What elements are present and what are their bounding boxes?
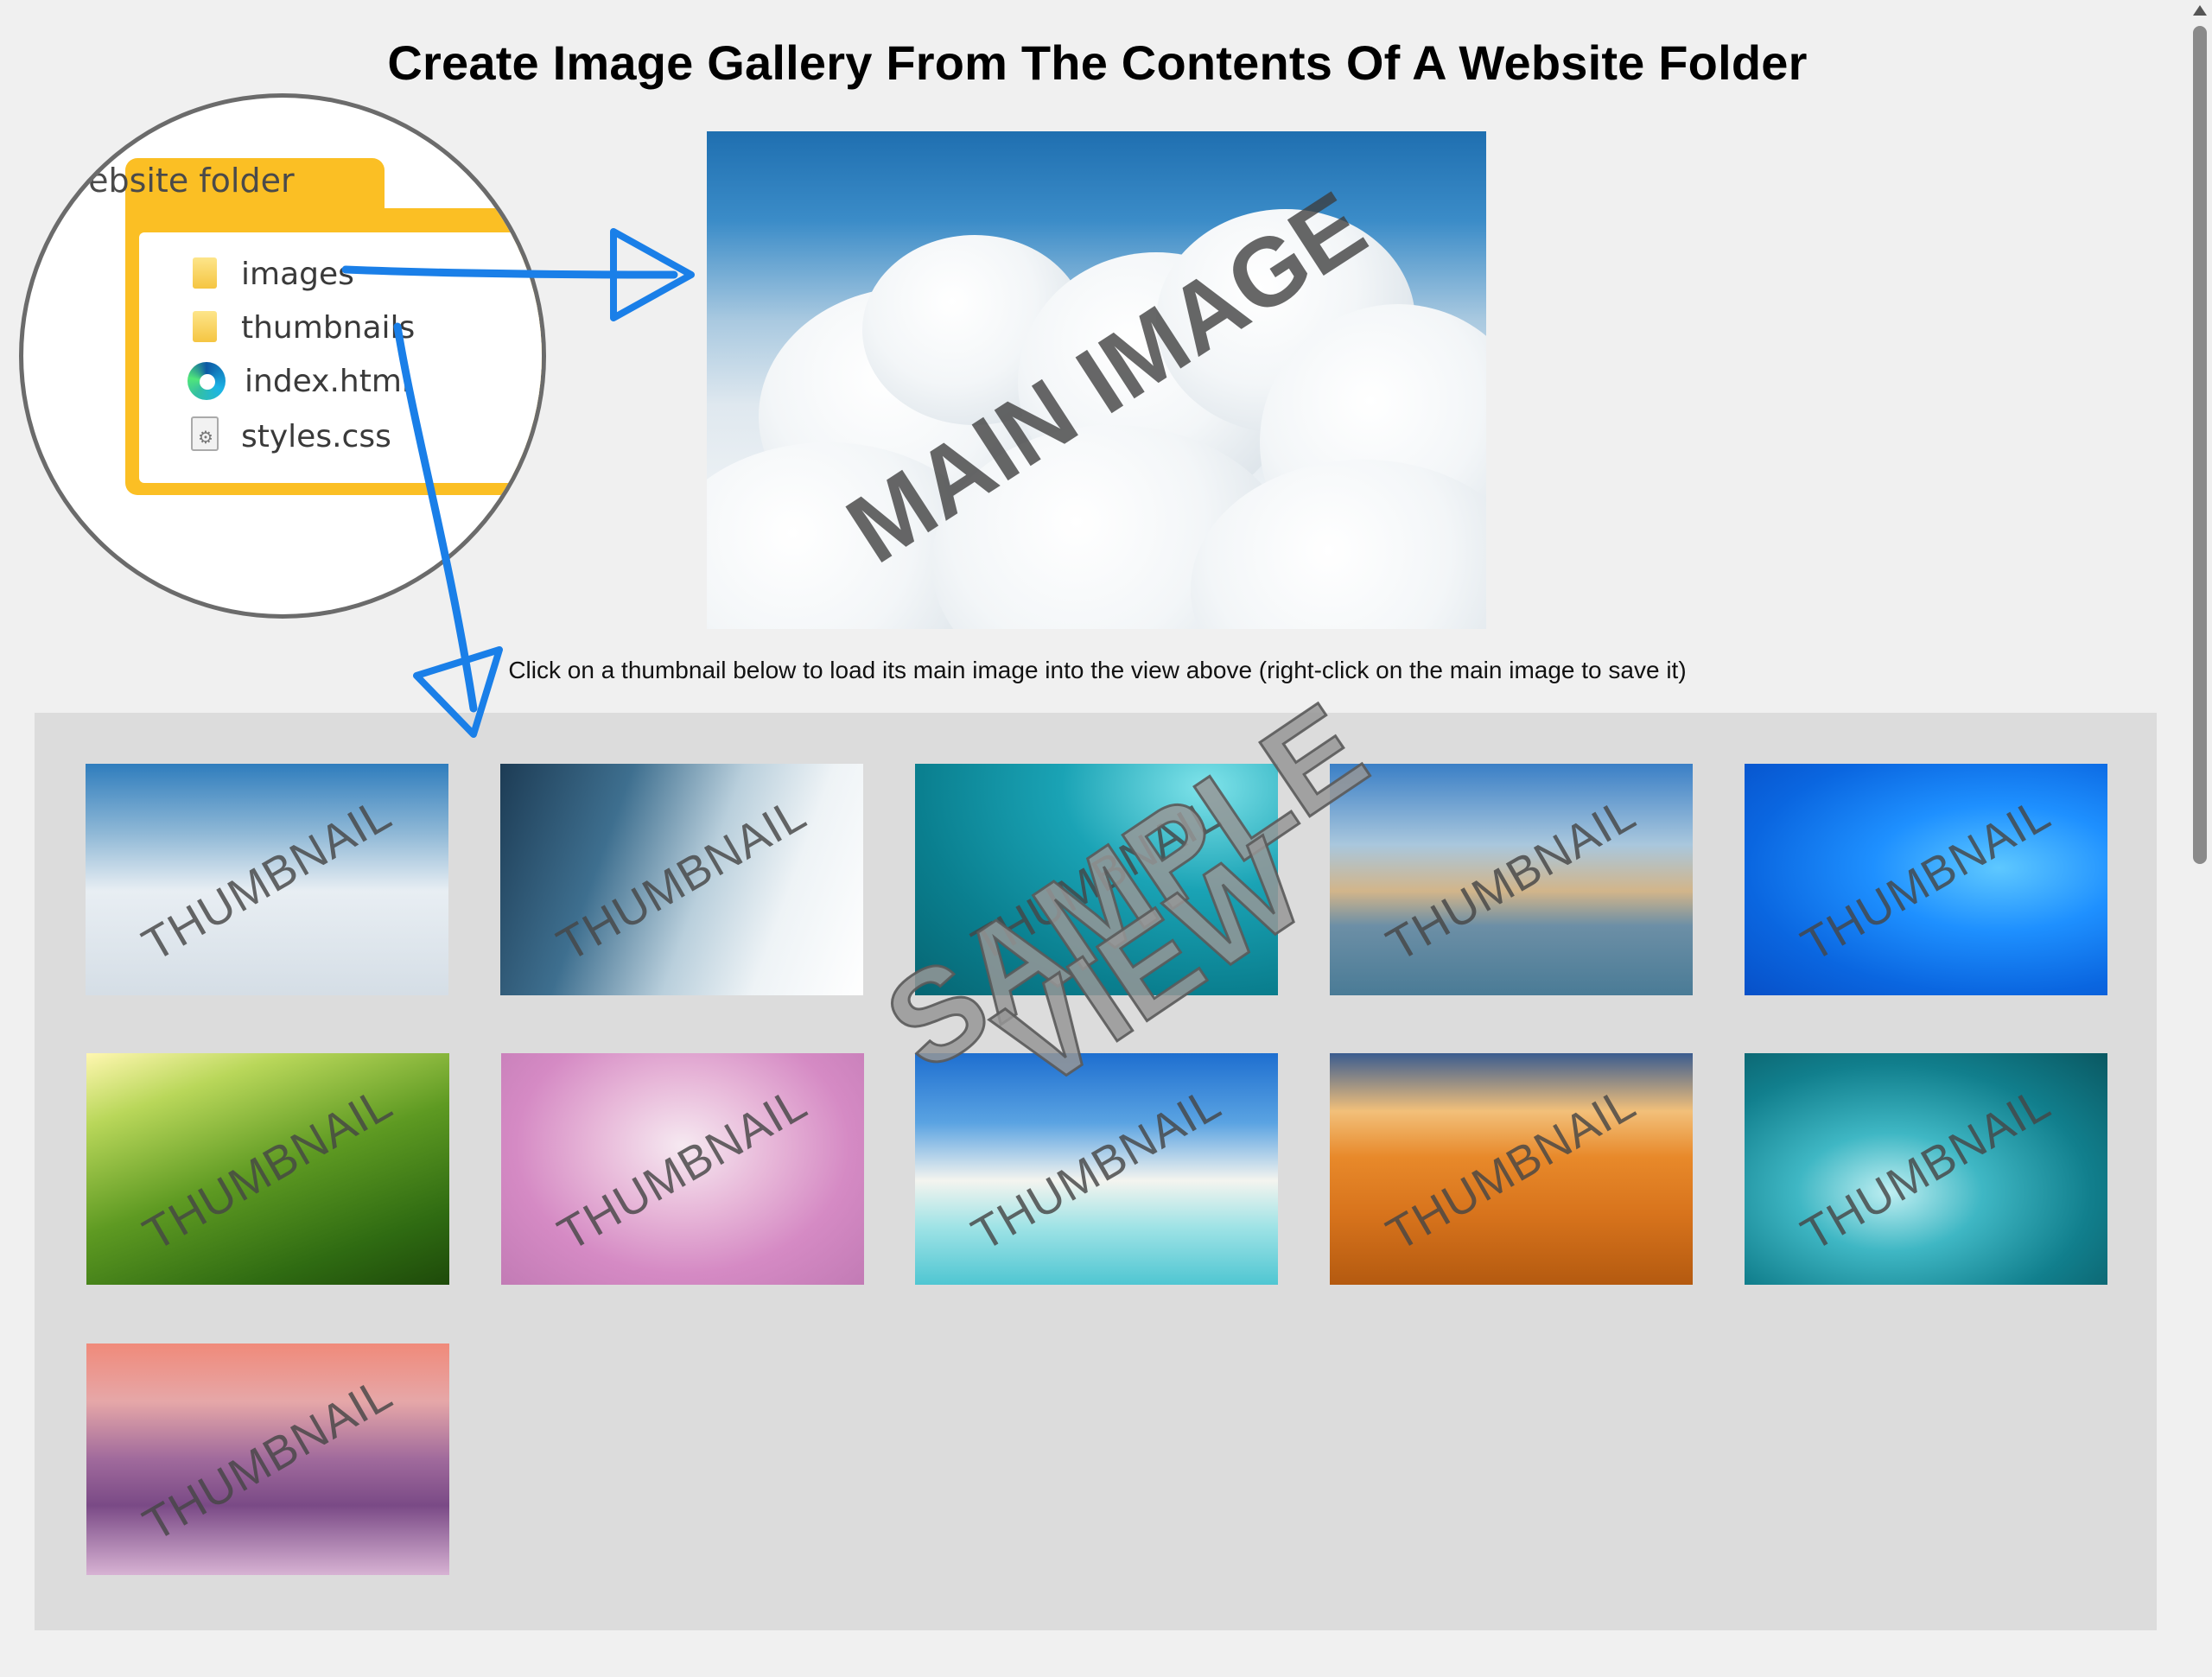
- file-item-label: images: [241, 256, 354, 292]
- thumbnail-watermark: THUMBNAIL: [1377, 1077, 1645, 1261]
- thumbnail-watermark: THUMBNAIL: [134, 1077, 402, 1261]
- css-file-icon: [188, 416, 222, 456]
- folder-diagram: website folder images thumbnails index.h…: [19, 93, 546, 619]
- main-image-view[interactable]: MAIN IMAGE: [707, 131, 1486, 629]
- thumbnail-watermark: THUMBNAIL: [133, 787, 401, 972]
- file-item-label: thumbnails: [241, 309, 416, 346]
- thumbnail-watermark: THUMBNAIL: [548, 787, 816, 972]
- file-item-label: styles.css: [241, 418, 391, 454]
- thumbnail-watermark: THUMBNAIL: [1377, 787, 1645, 972]
- folder-icon: [188, 308, 222, 347]
- thumbnail-watermark: THUMBNAIL: [1792, 1077, 2060, 1261]
- thumbnail-waterfall[interactable]: THUMBNAIL: [500, 764, 863, 995]
- thumbnail-watermark: THUMBNAIL: [963, 787, 1230, 972]
- thumbnail-underwater[interactable]: THUMBNAIL: [915, 764, 1278, 995]
- thumbnail-watermark: THUMBNAIL: [134, 1367, 402, 1552]
- thumbnail-beach-rocks[interactable]: THUMBNAIL: [1330, 764, 1693, 995]
- page-title: Create Image Gallery From The Contents O…: [387, 35, 1808, 90]
- thumbnail-watermark: THUMBNAIL: [1792, 787, 2060, 972]
- file-item-label: index.html: [245, 363, 410, 399]
- scroll-up-arrow-icon[interactable]: [2193, 5, 2207, 16]
- instructions-text: Click on a thumbnail below to load its m…: [508, 657, 1687, 683]
- folder-icon: [188, 254, 222, 294]
- thumbnail-tropical-beach[interactable]: THUMBNAIL: [915, 1053, 1278, 1285]
- vertical-scrollbar[interactable]: [2188, 0, 2212, 1677]
- edge-browser-icon: [188, 362, 226, 400]
- file-item-thumbnails: thumbnails: [188, 303, 415, 352]
- scrollbar-thumb[interactable]: [2193, 26, 2207, 864]
- file-item-index-html: index.html: [188, 357, 410, 405]
- thumbnail-watermark: THUMBNAIL: [549, 1077, 817, 1261]
- thumbnail-desert-sunset[interactable]: THUMBNAIL: [1330, 1053, 1693, 1285]
- thumbnail-meadow[interactable]: THUMBNAIL: [86, 1053, 449, 1285]
- thumbnail-watermark: THUMBNAIL: [963, 1077, 1230, 1261]
- file-item-styles-css: styles.css: [188, 412, 391, 461]
- thumbnail-misty-mountains[interactable]: THUMBNAIL: [86, 1344, 449, 1575]
- thumbnail-gallery: THUMBNAIL THUMBNAIL THUMBNAIL THUMBNAIL …: [35, 713, 2157, 1630]
- thumbnail-clouds[interactable]: THUMBNAIL: [86, 764, 448, 995]
- thumbnail-windows-logo[interactable]: THUMBNAIL: [1745, 764, 2107, 995]
- file-item-images: images: [188, 250, 354, 298]
- folder-name-label: website folder: [61, 162, 295, 200]
- thumbnail-bird-blossom[interactable]: THUMBNAIL: [501, 1053, 864, 1285]
- thumbnail-ocean-wave[interactable]: THUMBNAIL: [1745, 1053, 2107, 1285]
